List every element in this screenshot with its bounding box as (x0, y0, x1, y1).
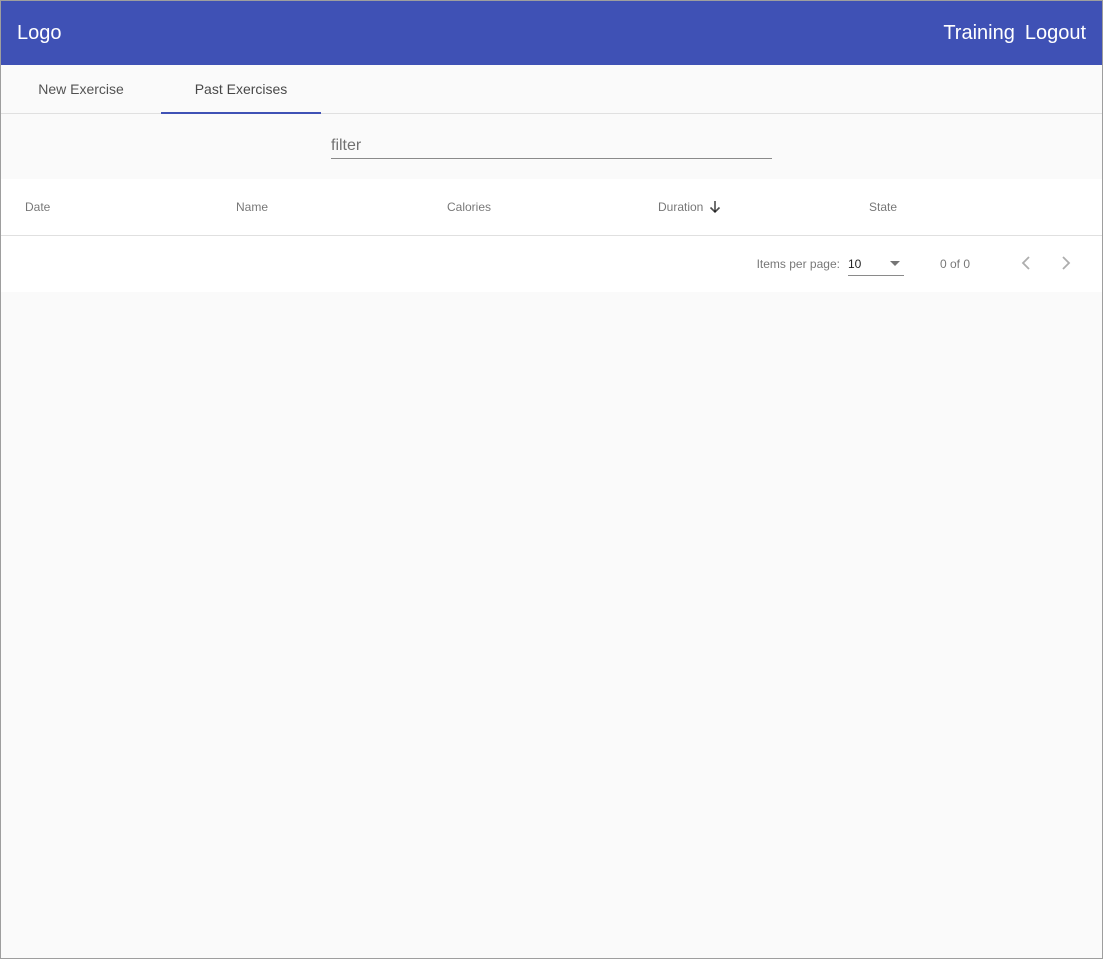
tab-past-exercises[interactable]: Past Exercises (161, 65, 321, 114)
tab-label: New Exercise (38, 81, 124, 97)
column-header-name[interactable]: Name (236, 200, 447, 214)
column-header-label: Calories (447, 200, 492, 214)
training-link[interactable]: Training (943, 22, 1015, 45)
column-header-calories[interactable]: Calories (447, 200, 658, 214)
column-header-label: State (869, 200, 898, 214)
column-header-duration[interactable]: Duration (658, 200, 869, 214)
top-toolbar: Logo Training Logout (1, 1, 1102, 65)
tab-label: Past Exercises (194, 81, 288, 97)
toolbar-nav: Training Logout (943, 22, 1086, 45)
paginator: Items per page: 10 0 of 0 (1, 236, 1102, 292)
previous-page-button[interactable] (1006, 244, 1046, 284)
column-header-label: Date (25, 200, 51, 214)
logo[interactable]: Logo (17, 22, 62, 45)
column-header-date[interactable]: Date (25, 200, 236, 214)
items-per-page-select[interactable]: 10 (847, 252, 904, 276)
page-range-label: 0 of 0 (939, 257, 970, 271)
tab-new-exercise[interactable]: New Exercise (1, 65, 161, 113)
filter-input[interactable] (331, 134, 772, 158)
tab-bar: New Exercise Past Exercises (1, 65, 1102, 114)
exercises-table: Date Name Calories Duration State Items … (1, 179, 1102, 292)
chevron-left-icon (1020, 255, 1032, 274)
caret-down-icon (889, 261, 900, 266)
column-header-label: Duration (658, 200, 704, 214)
table-header-row: Date Name Calories Duration State (1, 179, 1102, 236)
filter-field (331, 134, 772, 159)
arrow-down-icon (709, 200, 721, 214)
app-frame: Logo Training Logout New Exercise Past E… (0, 0, 1103, 959)
next-page-button[interactable] (1046, 244, 1086, 284)
column-header-label: Name (236, 200, 269, 214)
filter-area (1, 114, 1102, 179)
chevron-right-icon (1060, 255, 1072, 274)
items-per-page-value: 10 (847, 256, 862, 271)
column-header-state[interactable]: State (869, 200, 1080, 214)
items-per-page-label: Items per page: (756, 257, 840, 271)
logout-link[interactable]: Logout (1025, 22, 1086, 45)
